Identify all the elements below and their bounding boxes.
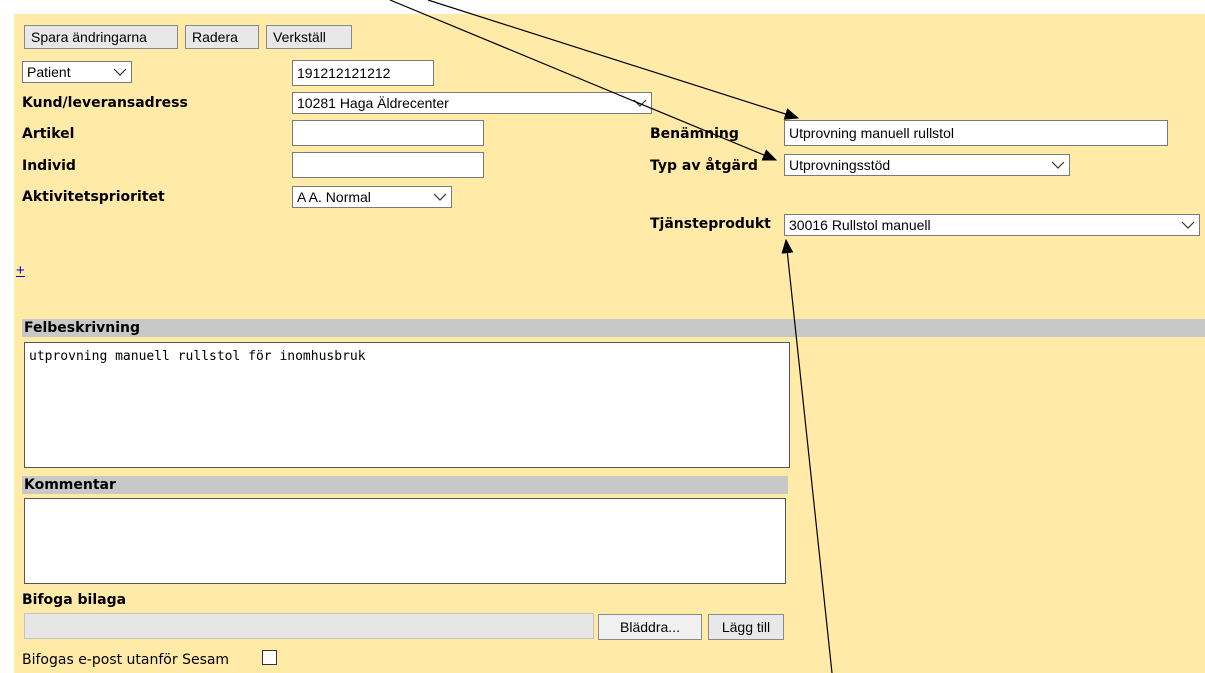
arrow-to-action-type — [389, 0, 778, 161]
arrow-to-designation — [427, 0, 800, 120]
arrow-to-service-product — [781, 238, 833, 673]
annotation-arrows — [389, 0, 833, 673]
